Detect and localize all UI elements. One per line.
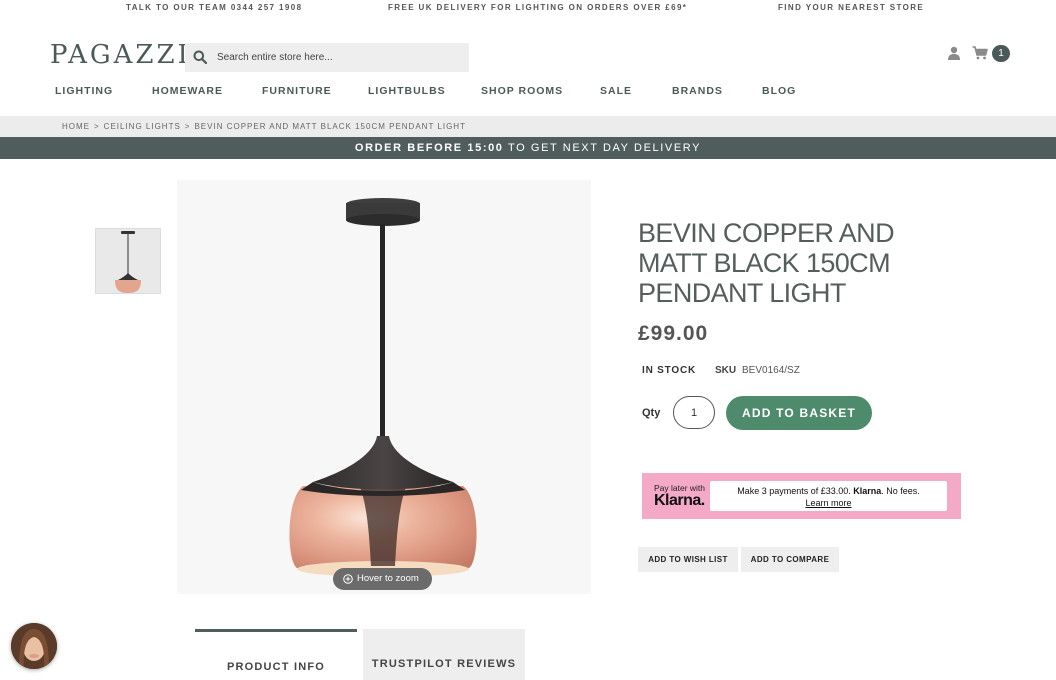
breadcrumb-bar: HOME > CEILING LIGHTS > BEVIN COPPER AND MAT… <box>0 116 1056 137</box>
top-utility-bar: TALK TO OUR TEAM 0344 257 1908 FREE UK D… <box>0 0 1056 16</box>
sku-label: SKU <box>715 365 737 376</box>
nav-item-blog[interactable]: BLOG <box>762 85 796 97</box>
account-icon[interactable] <box>947 46 961 60</box>
nav-item-homeware[interactable]: HOMEWARE <box>152 85 223 97</box>
nav-item-furniture[interactable]: FURNITURE <box>262 85 332 97</box>
thumbnail-pendant-image <box>115 231 141 293</box>
zoom-hint-label: Hover to zoom <box>357 573 419 584</box>
pendant-light-image <box>289 198 477 577</box>
free-delivery-text: FREE UK DELIVERY FOR LIGHTING ON ORDERS … <box>388 3 688 12</box>
zoom-plus-icon <box>343 574 353 584</box>
hover-to-zoom-hint: Hover to zoom <box>333 568 432 590</box>
search-icon[interactable] <box>193 50 207 64</box>
nav-item-shop-rooms[interactable]: SHOP ROOMS <box>481 85 563 97</box>
product-thumbnail[interactable] <box>95 228 161 294</box>
main-product-image[interactable] <box>177 180 591 594</box>
phone-contact-text[interactable]: TALK TO OUR TEAM 0344 257 1908 <box>126 3 302 12</box>
add-to-compare-button[interactable]: ADD TO COMPARE <box>741 547 839 572</box>
site-logo[interactable]: PAGAZZI <box>50 40 191 70</box>
search-bar <box>185 43 469 72</box>
klarna-message-brand: Klarna <box>853 486 882 496</box>
quantity-input[interactable] <box>673 396 715 429</box>
search-input[interactable] <box>217 43 462 72</box>
add-to-wish-list-button[interactable]: ADD TO WISH LIST <box>638 547 738 572</box>
nav-item-lighting[interactable]: LIGHTING <box>55 85 113 97</box>
tab-trustpilot-reviews[interactable]: TRUSTPILOT REVIEWS <box>363 629 525 680</box>
klarna-promo: Pay later with Klarna. Make 3 payments o… <box>642 473 961 519</box>
delivery-cutoff-text: ORDER BEFORE 15:00 <box>354 142 504 154</box>
klarna-message-text: Make 3 payments of £33.00. <box>737 486 854 496</box>
add-to-basket-button[interactable]: ADD TO BASKET <box>726 396 872 430</box>
quantity-label: Qty <box>642 407 661 419</box>
sku-value: BEV0164/SZ <box>742 365 800 376</box>
product-title: BEVIN COPPER AND MATT BLACK 150CM PENDAN… <box>638 218 895 308</box>
breadcrumb: HOME > CEILING LIGHTS > BEVIN COPPER AND MAT… <box>62 122 466 131</box>
breadcrumb-category[interactable]: CEILING LIGHTS <box>104 122 181 131</box>
breadcrumb-current: BEVIN COPPER AND MATT BLACK 150CM PENDAN… <box>194 122 466 131</box>
klarna-learn-more-link[interactable]: Learn more <box>710 498 947 508</box>
agent-portrait-image <box>11 623 57 669</box>
cart-count-badge[interactable]: 1 <box>992 45 1010 62</box>
nav-item-brands[interactable]: BRANDS <box>672 85 723 97</box>
klarna-message-box: Make 3 payments of £33.00. Klarna. No fe… <box>710 481 947 511</box>
breadcrumb-home[interactable]: HOME <box>62 122 90 131</box>
chat-agent-avatar[interactable] <box>11 623 57 669</box>
breadcrumb-separator: > <box>94 122 100 131</box>
klarna-message-suffix: . No fees. <box>881 486 920 496</box>
breadcrumb-separator: > <box>184 122 191 131</box>
find-store-link[interactable]: FIND YOUR NEAREST STORE <box>778 3 924 12</box>
nav-item-sale[interactable]: SALE <box>600 85 632 97</box>
product-price: £99.00 <box>638 322 709 345</box>
klarna-message: Make 3 payments of £33.00. Klarna. No fe… <box>710 486 947 496</box>
stock-status: IN STOCK <box>642 365 696 376</box>
main-nav: LIGHTING HOMEWARE FURNITURE LIGHTBULBS S… <box>0 85 1056 99</box>
delivery-rest-text: TO GET NEXT DAY DELIVERY <box>503 142 702 154</box>
next-day-delivery-banner: ORDER BEFORE 15:00 TO GET NEXT DAY DELIV… <box>0 137 1056 159</box>
cart-icon[interactable] <box>972 46 988 60</box>
klarna-logo: Klarna. <box>654 492 705 509</box>
tab-product-info[interactable]: PRODUCT INFO <box>195 629 357 680</box>
nav-item-lightbulbs[interactable]: LIGHTBULBS <box>368 85 446 97</box>
